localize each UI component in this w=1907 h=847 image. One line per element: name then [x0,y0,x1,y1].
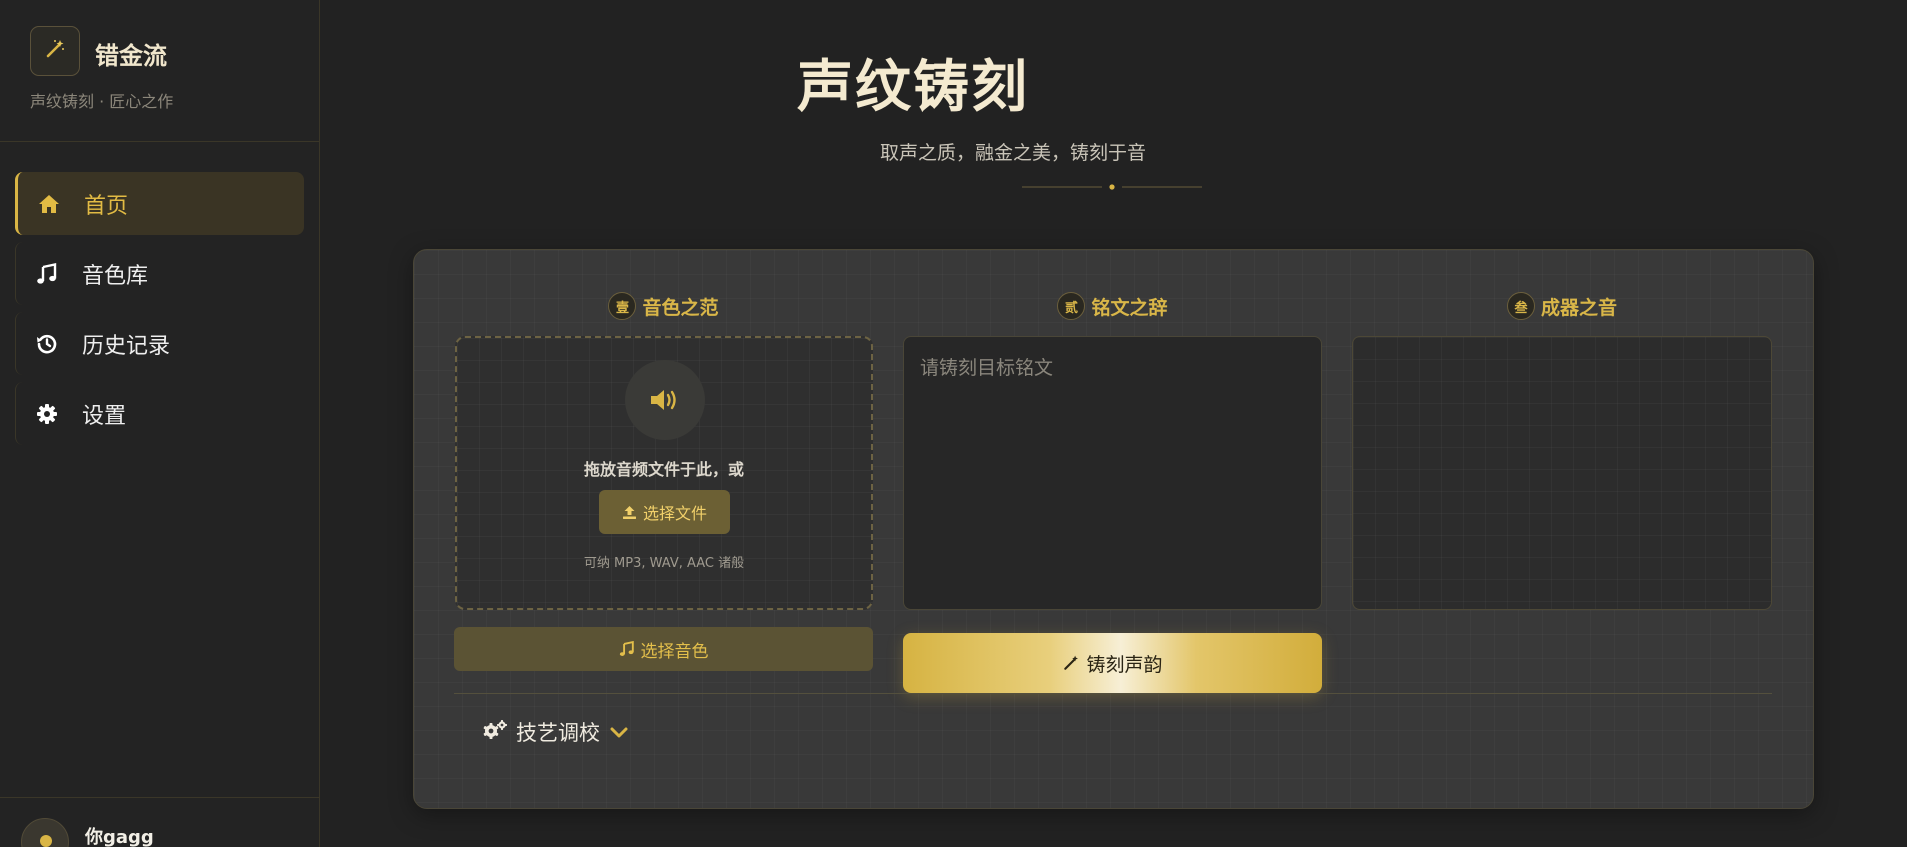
column-header-output: 叁 成器之音 [1352,290,1772,322]
sidebar: 错金流 声纹铸刻 · 匠心之作 首页 音色库 历史记录 设置 你gagg [0,0,320,847]
column-title: 音色之范 [642,296,719,319]
sidebar-item-settings[interactable]: 设置 [15,382,304,445]
column-title: 成器之音 [1540,296,1617,319]
dropzone-text: 拖放音频文件于此，或 [583,460,744,479]
title-ornament [1022,184,1202,190]
brand-subtitle: 声纹铸刻 · 匠心之作 [30,92,174,111]
choose-voice-button[interactable]: 选择音色 [454,627,873,671]
advanced-settings-label: 技艺调校 [516,721,600,745]
seal-badge: 贰 [1057,292,1086,320]
sidebar-item-home[interactable]: 首页 [15,172,304,235]
advanced-settings-toggle[interactable]: 技艺调校 [482,716,628,748]
format-hint: 可纳 MP3, WAV, AAC 诸般 [583,556,745,571]
gears-icon [482,719,508,746]
target-text-input[interactable] [903,336,1322,610]
audio-dropzone[interactable]: 拖放音频文件于此，或 选择文件 可纳 MP3, WAV, AAC 诸般 [455,336,873,610]
music-note-icon [34,261,60,287]
user-profile[interactable]: 你gagg [0,797,320,847]
sidebar-item-history[interactable]: 历史记录 [15,312,304,375]
output-audio-area [1352,336,1772,610]
sidebar-nav: 首页 音色库 历史记录 设置 [15,172,304,452]
choose-voice-label: 选择音色 [640,641,709,662]
column-title: 铭文之辞 [1091,296,1168,319]
column-header-voice-sample: 壹 音色之范 [454,290,873,322]
column-header-text: 贰 铭文之辞 [903,290,1322,322]
home-icon [36,191,62,217]
avatar[interactable] [21,818,69,847]
brand-logo[interactable] [30,26,80,76]
sidebar-item-label: 历史记录 [82,333,171,359]
history-icon [34,331,60,357]
upload-icon [622,505,637,520]
choose-file-button[interactable]: 选择文件 [599,490,730,534]
sidebar-item-label: 音色库 [82,263,149,289]
gear-icon [34,401,60,427]
brand-name: 错金流 [95,41,167,70]
synthesize-button[interactable]: 铸刻声韵 [903,633,1322,693]
seal-badge: 壹 [608,292,637,320]
chevron-down-icon [610,720,628,744]
magic-wand-icon [1062,654,1080,672]
sidebar-item-voice-library[interactable]: 音色库 [15,242,304,305]
choose-file-label: 选择文件 [642,504,707,523]
music-note-icon [619,641,635,657]
sidebar-divider [0,141,320,142]
synthesize-label: 铸刻声韵 [1086,653,1163,676]
page-subtitle: 取声之质，融金之美，铸刻于音 [879,142,1146,164]
panel-divider [454,693,1772,694]
speaker-icon [625,360,705,440]
seal-badge: 叁 [1506,292,1535,320]
page-title: 声纹铸刻 [797,54,1029,120]
user-name: 你gagg [85,827,154,847]
sidebar-item-label: 设置 [82,403,127,429]
sidebar-item-label: 首页 [84,193,129,219]
magic-wand-icon [44,38,66,64]
